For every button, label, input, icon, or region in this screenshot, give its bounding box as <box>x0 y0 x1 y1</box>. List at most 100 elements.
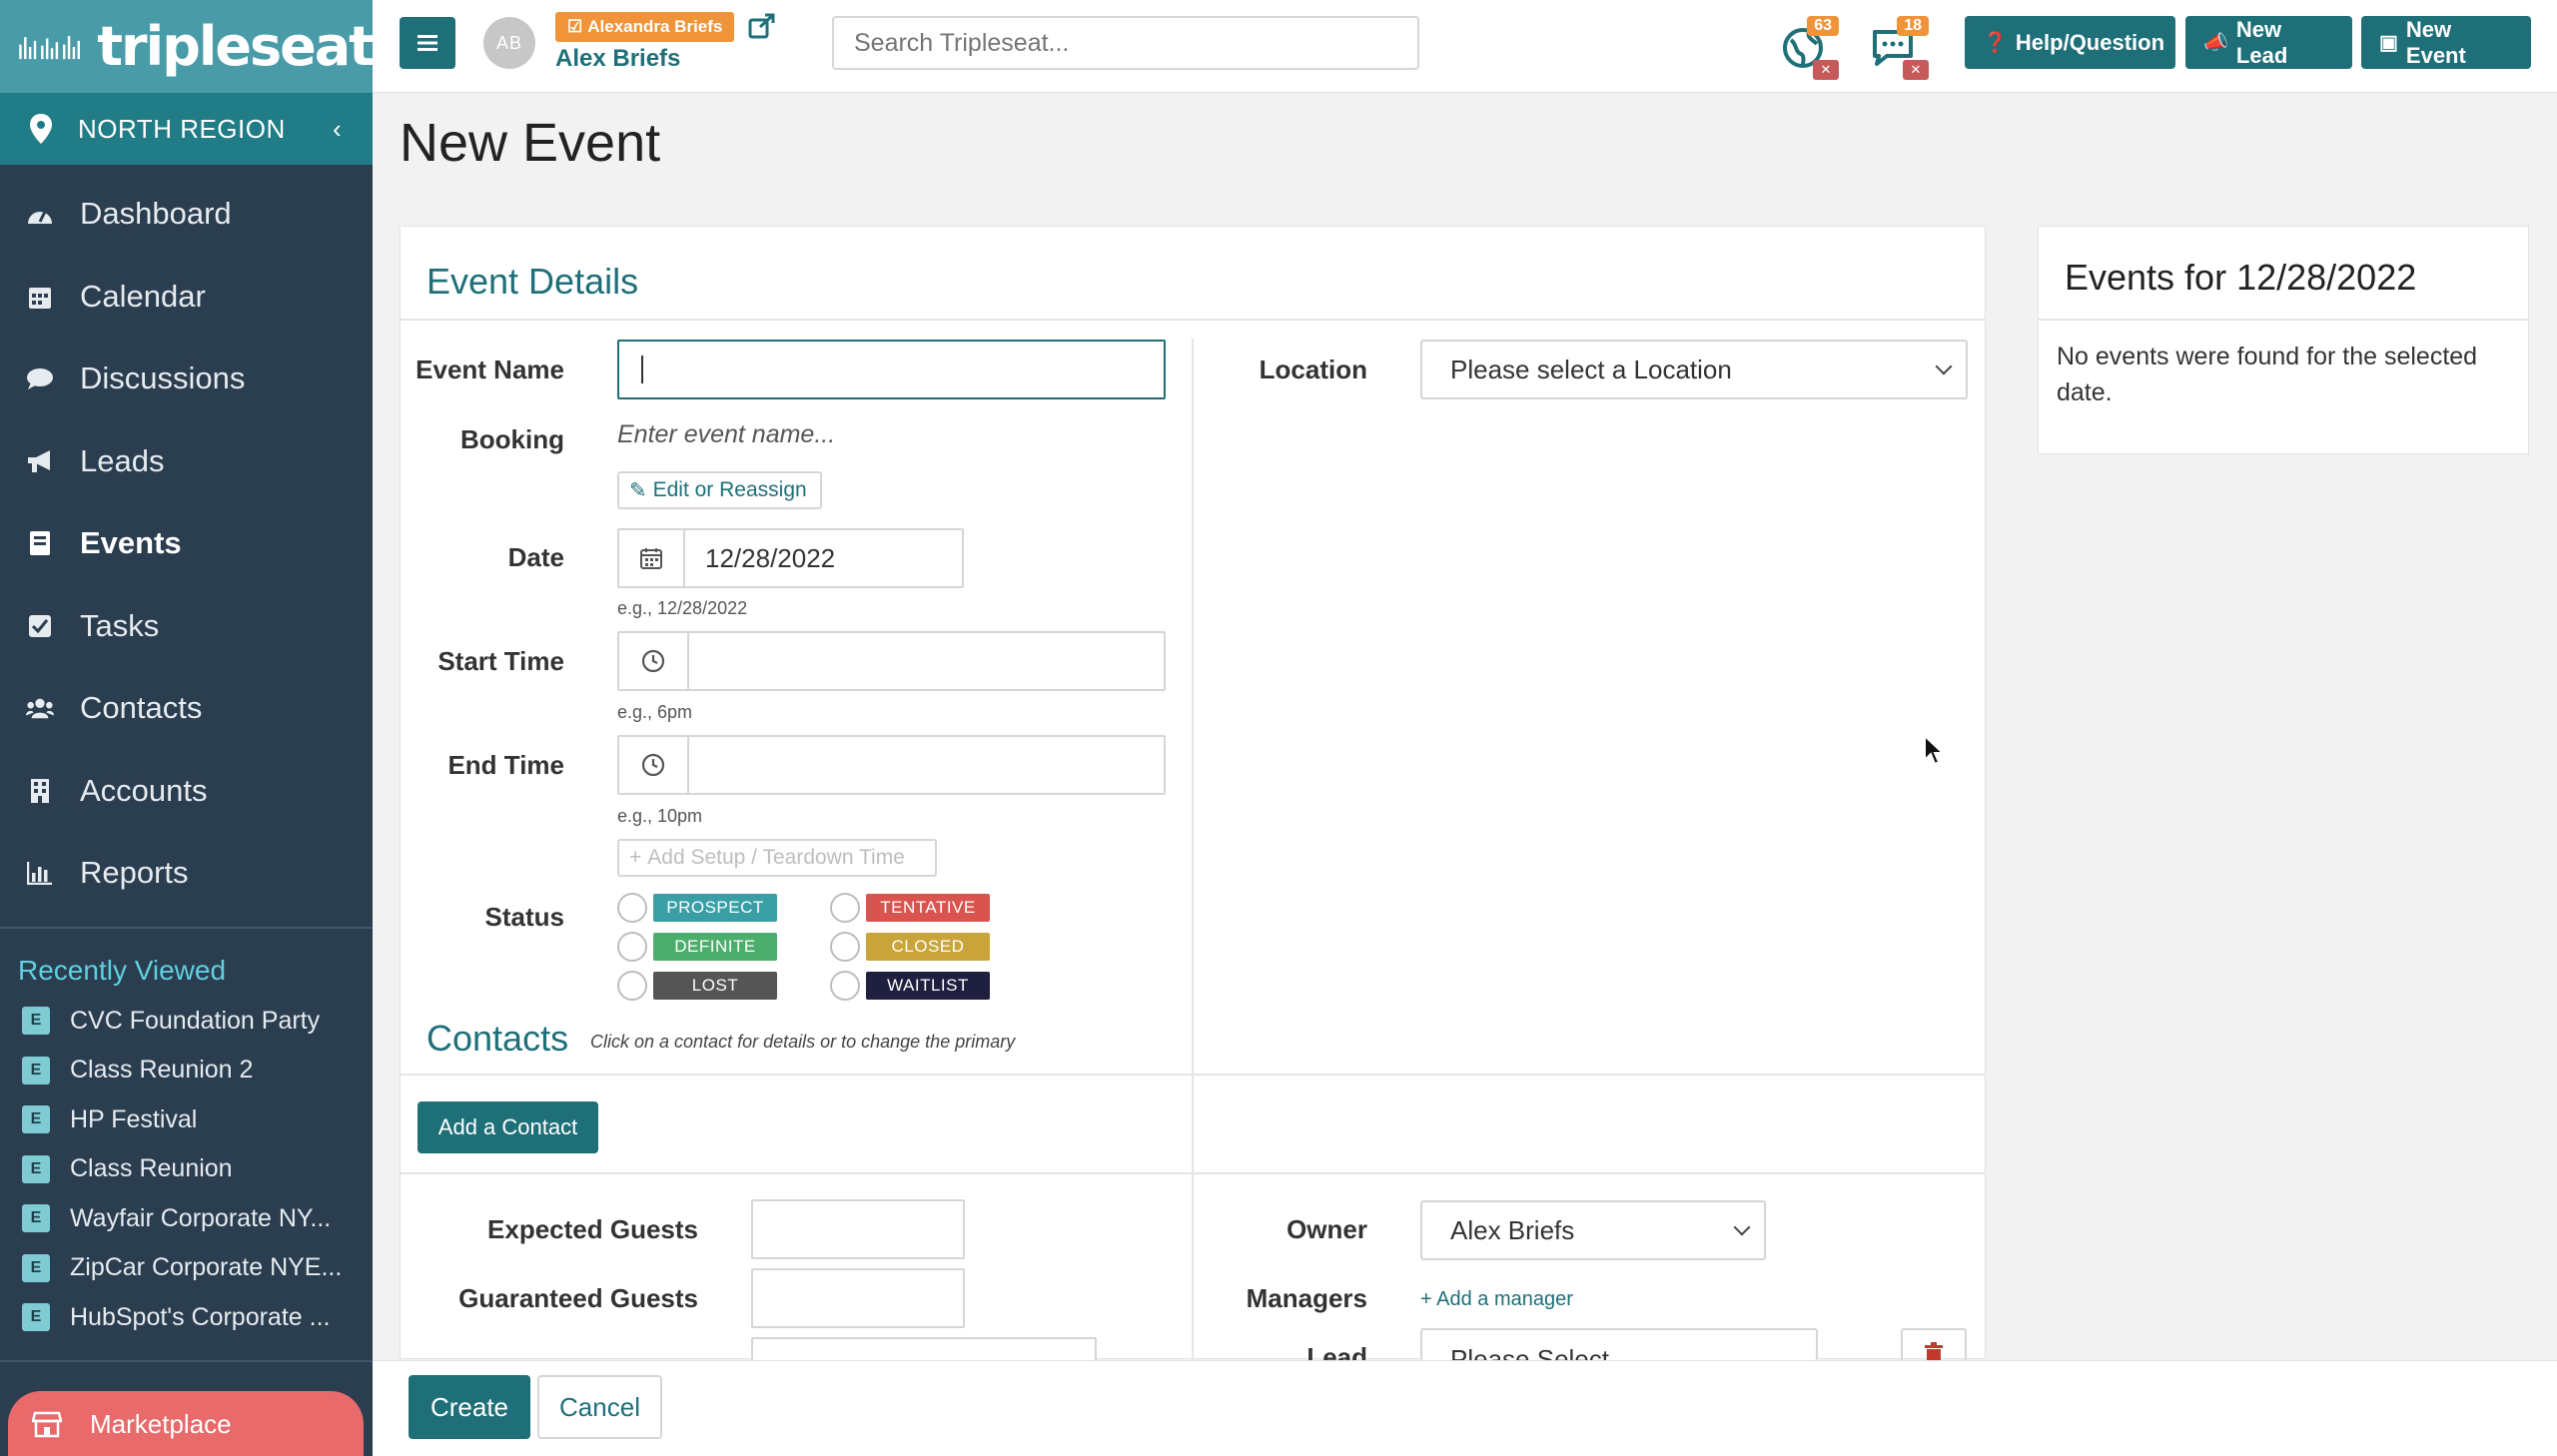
status-radio-prospect[interactable] <box>617 893 647 923</box>
nav-item-calendar[interactable]: Calendar <box>0 256 373 339</box>
recent-label: HubSpot's Corporate ... <box>70 1302 331 1331</box>
nav-item-discussions[interactable]: Discussions <box>0 338 373 420</box>
marketplace-button[interactable]: Marketplace <box>8 1391 364 1456</box>
help-button[interactable]: ❓ Help/Question <box>1965 16 2175 69</box>
nav-item-leads[interactable]: Leads <box>0 420 373 503</box>
divider <box>401 319 1985 321</box>
owner-label: Owner <box>1286 1214 1367 1244</box>
start-time-input[interactable] <box>617 631 1166 691</box>
location-select[interactable]: Please select a Location <box>1420 340 1968 399</box>
edit-reassign-button[interactable]: ✎ Edit or Reassign <box>617 471 822 509</box>
new-lead-button[interactable]: 📣 New Lead <box>2185 16 2352 69</box>
book-icon <box>26 529 54 557</box>
clock-button[interactable] <box>619 737 689 793</box>
status-waitlist[interactable]: WAITLIST <box>866 972 990 1000</box>
create-button[interactable]: Create <box>409 1375 530 1439</box>
lead-select[interactable]: Please Select <box>1420 1328 1818 1360</box>
end-time-label: End Time <box>447 750 564 780</box>
lead-label: Lead <box>1306 1342 1367 1360</box>
guaranteed-guests-input[interactable] <box>751 1268 965 1328</box>
chat-notifications[interactable]: 18 ✕ <box>1869 16 1929 80</box>
status-radio-waitlist[interactable] <box>830 971 860 1001</box>
status-lost[interactable]: LOST <box>653 972 777 1000</box>
nav-label: Reports <box>80 855 189 891</box>
date-input[interactable]: 12/28/2022 <box>617 528 964 588</box>
globe-notifications[interactable]: 63 ✕ <box>1779 16 1839 80</box>
search-input[interactable] <box>832 16 1419 70</box>
status-radio-lost[interactable] <box>617 971 647 1001</box>
recent-item[interactable]: E Wayfair Corporate NY... <box>0 1194 373 1244</box>
recent-item[interactable]: E HP Festival <box>0 1095 373 1145</box>
recent-item[interactable]: E Class Reunion <box>0 1144 373 1194</box>
new-event-button[interactable]: ▣ New Event <box>2361 16 2531 69</box>
recent-label: ZipCar Corporate NYE... <box>70 1253 343 1282</box>
recent-label: HP Festival <box>70 1104 198 1133</box>
mute-icon: ✕ <box>1813 60 1839 80</box>
lead-value: Please Select <box>1450 1344 1609 1360</box>
user-tag[interactable]: ☑ Alexandra Briefs <box>555 12 735 42</box>
avatar[interactable]: AB <box>483 17 535 69</box>
event-badge: E <box>22 1105 50 1134</box>
status-tentative[interactable]: TENTATIVE <box>866 894 990 922</box>
edit-reassign-label: Edit or Reassign <box>652 478 807 501</box>
trash-icon <box>1925 1342 1943 1360</box>
panel-message: No events were found for the selected da… <box>2057 343 2478 406</box>
delete-lead-button[interactable] <box>1901 1328 1967 1360</box>
cancel-button[interactable]: Cancel <box>537 1375 662 1439</box>
booking-label: Booking <box>460 424 564 454</box>
status-radio-tentative[interactable] <box>830 893 860 923</box>
help-label: Help/Question <box>2015 29 2165 55</box>
nav-item-accounts[interactable]: Accounts <box>0 750 373 833</box>
nav-label: Calendar <box>80 278 206 314</box>
events-for-date-panel: Events for 12/28/2022 No events were fou… <box>2038 226 2529 454</box>
logo[interactable]: tripleseat <box>0 0 375 93</box>
recent-item[interactable]: E CVC Foundation Party <box>0 997 373 1047</box>
status-prospect[interactable]: PROSPECT <box>653 894 777 922</box>
page-title: New Event <box>400 113 661 173</box>
nav-label: Contacts <box>80 690 203 726</box>
column-divider <box>1192 339 1194 1237</box>
nav-item-contacts[interactable]: Contacts <box>0 667 373 750</box>
region-label: NORTH REGION <box>78 113 286 144</box>
users-icon <box>26 694 54 722</box>
calendar-button[interactable] <box>619 530 685 586</box>
status-closed[interactable]: CLOSED <box>866 933 990 961</box>
contacts-subtitle: Click on a contact for details or to cha… <box>590 1032 1016 1052</box>
event-form-card: Event Details Event Name Booking Enter e… <box>400 226 1986 1367</box>
event-name-input[interactable] <box>617 340 1166 399</box>
event-badge: E <box>22 1253 50 1282</box>
add-manager-link[interactable]: + Add a manager <box>1420 1288 1573 1311</box>
menu-button[interactable] <box>400 17 455 69</box>
nav-label: Dashboard <box>80 196 232 232</box>
user-name[interactable]: Alex Briefs <box>555 45 680 73</box>
chevron-left-icon[interactable]: ‹ <box>333 114 373 145</box>
status-radio-definite[interactable] <box>617 932 647 962</box>
nav-item-events[interactable]: Events <box>0 502 373 585</box>
nav-item-dashboard[interactable]: Dashboard <box>0 173 373 256</box>
external-link-icon[interactable] <box>748 12 776 40</box>
add-contact-button[interactable]: Add a Contact <box>418 1101 598 1153</box>
recent-item[interactable]: E Class Reunion 2 <box>0 1046 373 1095</box>
status-radio-closed[interactable] <box>830 932 860 962</box>
expected-guests-input[interactable] <box>751 1199 965 1259</box>
clock-button[interactable] <box>619 633 689 689</box>
recent-item[interactable]: E HubSpot's Corporate ... <box>0 1293 373 1343</box>
recent-item[interactable]: E ZipCar Corporate NYE... <box>0 1243 373 1293</box>
nav-item-tasks[interactable]: Tasks <box>0 585 373 668</box>
event-badge: E <box>22 1204 50 1233</box>
sidebar: tripleseat NORTH REGION ‹ Dashboard Cale… <box>0 0 375 1456</box>
chevron-down-icon <box>1935 358 1953 375</box>
check-square-icon <box>26 612 54 640</box>
region-selector[interactable]: NORTH REGION ‹ <box>0 93 373 165</box>
marketplace-label: Marketplace <box>90 1408 232 1439</box>
recently-viewed-title: Recently Viewed <box>18 954 227 986</box>
start-time-hint: e.g., 6pm <box>617 702 693 722</box>
owner-select[interactable]: Alex Briefs <box>1420 1200 1766 1260</box>
nav-item-reports[interactable]: Reports <box>0 832 373 915</box>
nav-label: Leads <box>80 442 165 478</box>
recent-label: CVC Foundation Party <box>70 1006 321 1035</box>
end-time-input[interactable] <box>617 735 1166 795</box>
status-definite[interactable]: DEFINITE <box>653 933 777 961</box>
divider <box>401 1074 1985 1076</box>
add-setup-teardown-button[interactable]: + Add Setup / Teardown Time <box>617 839 937 877</box>
